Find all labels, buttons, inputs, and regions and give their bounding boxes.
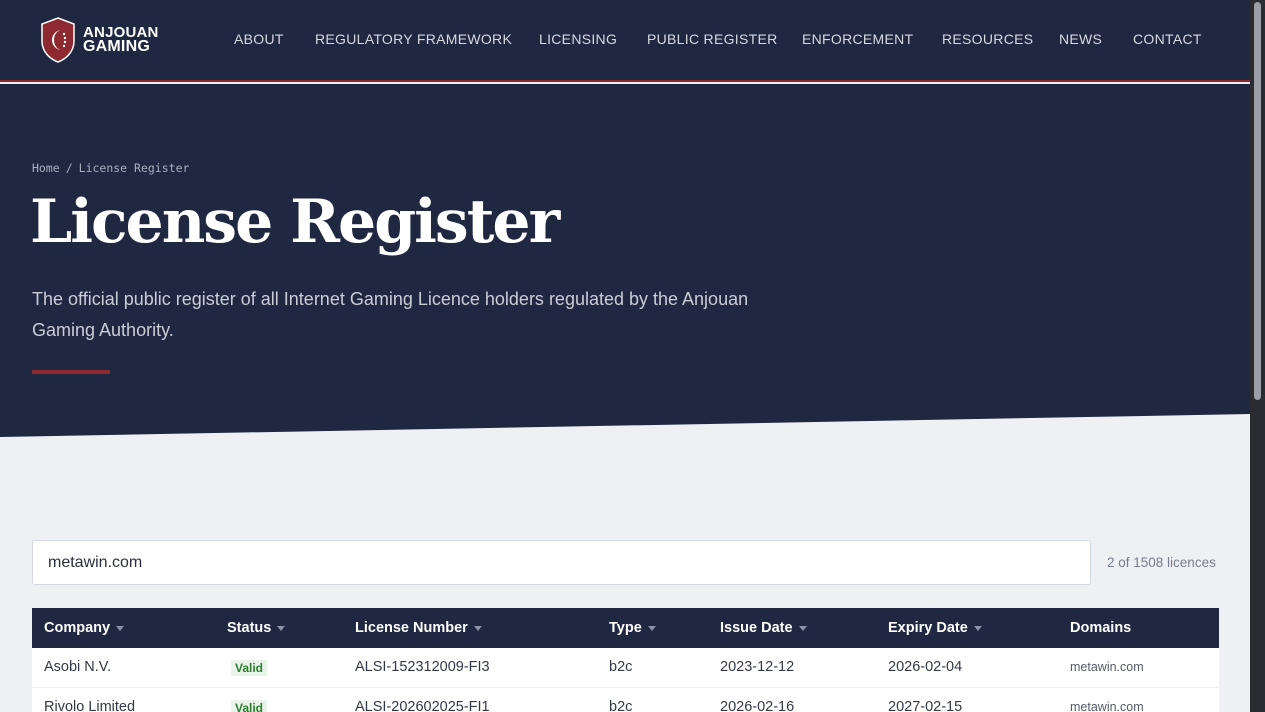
breadcrumb: Home / License Register <box>32 161 189 175</box>
column-header-label: Type <box>609 620 642 636</box>
scrollbar-thumb[interactable] <box>1254 2 1261 400</box>
cell-expiry-date: 2026-02-04 <box>888 659 963 675</box>
sort-caret-icon <box>473 625 482 631</box>
nav-licensing[interactable]: LICENSING <box>539 31 617 47</box>
hero-banner: Home / License Register License Register T… <box>0 84 1250 437</box>
table-row[interactable]: Asobi N.V. Valid ALSI-152312009-FI3 b2c … <box>32 648 1219 688</box>
column-header-label: License Number <box>355 620 468 636</box>
column-header-company[interactable]: Company <box>44 620 125 636</box>
table-row[interactable]: Rivolo Limited Valid ALSI-202602025-FI1 … <box>32 688 1219 712</box>
column-header-license-number[interactable]: License Number <box>355 620 482 636</box>
cell-type: b2c <box>609 699 633 712</box>
breadcrumb-current: License Register <box>78 161 190 175</box>
page-scrollbar[interactable] <box>1250 0 1265 712</box>
cell-type: b2c <box>609 659 633 675</box>
nav-enforcement[interactable]: ENFORCEMENT <box>802 31 913 47</box>
result-count: 2 of 1508 licences <box>1107 555 1216 570</box>
nav-contact[interactable]: CONTACT <box>1133 31 1202 47</box>
column-header-label: Company <box>44 620 111 636</box>
sort-caret-icon <box>647 625 656 631</box>
breadcrumb-separator: / <box>65 161 73 175</box>
accent-divider <box>32 370 110 374</box>
cell-expiry-date: 2027-02-15 <box>888 699 963 712</box>
status-badge: Valid <box>231 700 268 712</box>
cell-company: Rivolo Limited <box>44 699 136 712</box>
sort-caret-icon <box>798 625 807 631</box>
main-nav: ABOUT REGULATORY FRAMEWORK LICENSING PUB… <box>0 31 1250 51</box>
column-header-label: Expiry Date <box>888 620 968 636</box>
page-title: License Register <box>30 187 560 257</box>
sort-caret-icon <box>973 625 982 631</box>
cell-issue-date: 2026-02-16 <box>720 699 795 712</box>
nav-about[interactable]: ABOUT <box>234 31 284 47</box>
nav-news[interactable]: NEWS <box>1059 31 1102 47</box>
column-header-status[interactable]: Status <box>227 620 286 636</box>
column-header-type[interactable]: Type <box>609 620 656 636</box>
column-header-issue-date[interactable]: Issue Date <box>720 620 807 636</box>
cell-domain[interactable]: metawin.com <box>1070 700 1144 712</box>
nav-public-register[interactable]: PUBLIC REGISTER <box>647 31 778 47</box>
site-header: ANJOUAN GAMING ABOUT REGULATORY FRAMEWOR… <box>0 0 1250 82</box>
breadcrumb-home[interactable]: Home <box>32 161 60 175</box>
sort-caret-icon <box>116 625 125 631</box>
column-header-domains: Domains <box>1070 620 1131 636</box>
column-header-label: Domains <box>1070 620 1132 636</box>
cell-company: Asobi N.V. <box>44 659 112 675</box>
column-header-label: Status <box>227 620 272 636</box>
table-header: Company Status License Number Type Issue… <box>32 608 1219 648</box>
cell-issue-date: 2023-12-12 <box>720 659 795 675</box>
page-subtitle: The official public register of all Inte… <box>32 289 749 340</box>
nav-resources[interactable]: RESOURCES <box>942 31 1033 47</box>
search-input[interactable] <box>32 540 1091 585</box>
nav-regulatory-framework[interactable]: REGULATORY FRAMEWORK <box>315 31 512 47</box>
cell-license-number: ALSI-152312009-FI3 <box>355 659 490 675</box>
column-header-label: Issue Date <box>720 620 793 636</box>
cell-license-number: ALSI-202602025-FI1 <box>355 699 490 712</box>
column-header-expiry-date[interactable]: Expiry Date <box>888 620 982 636</box>
license-table: Company Status License Number Type Issue… <box>32 608 1219 712</box>
status-badge: Valid <box>231 660 268 676</box>
cell-domain[interactable]: metawin.com <box>1070 660 1144 674</box>
sort-caret-icon <box>277 625 286 631</box>
